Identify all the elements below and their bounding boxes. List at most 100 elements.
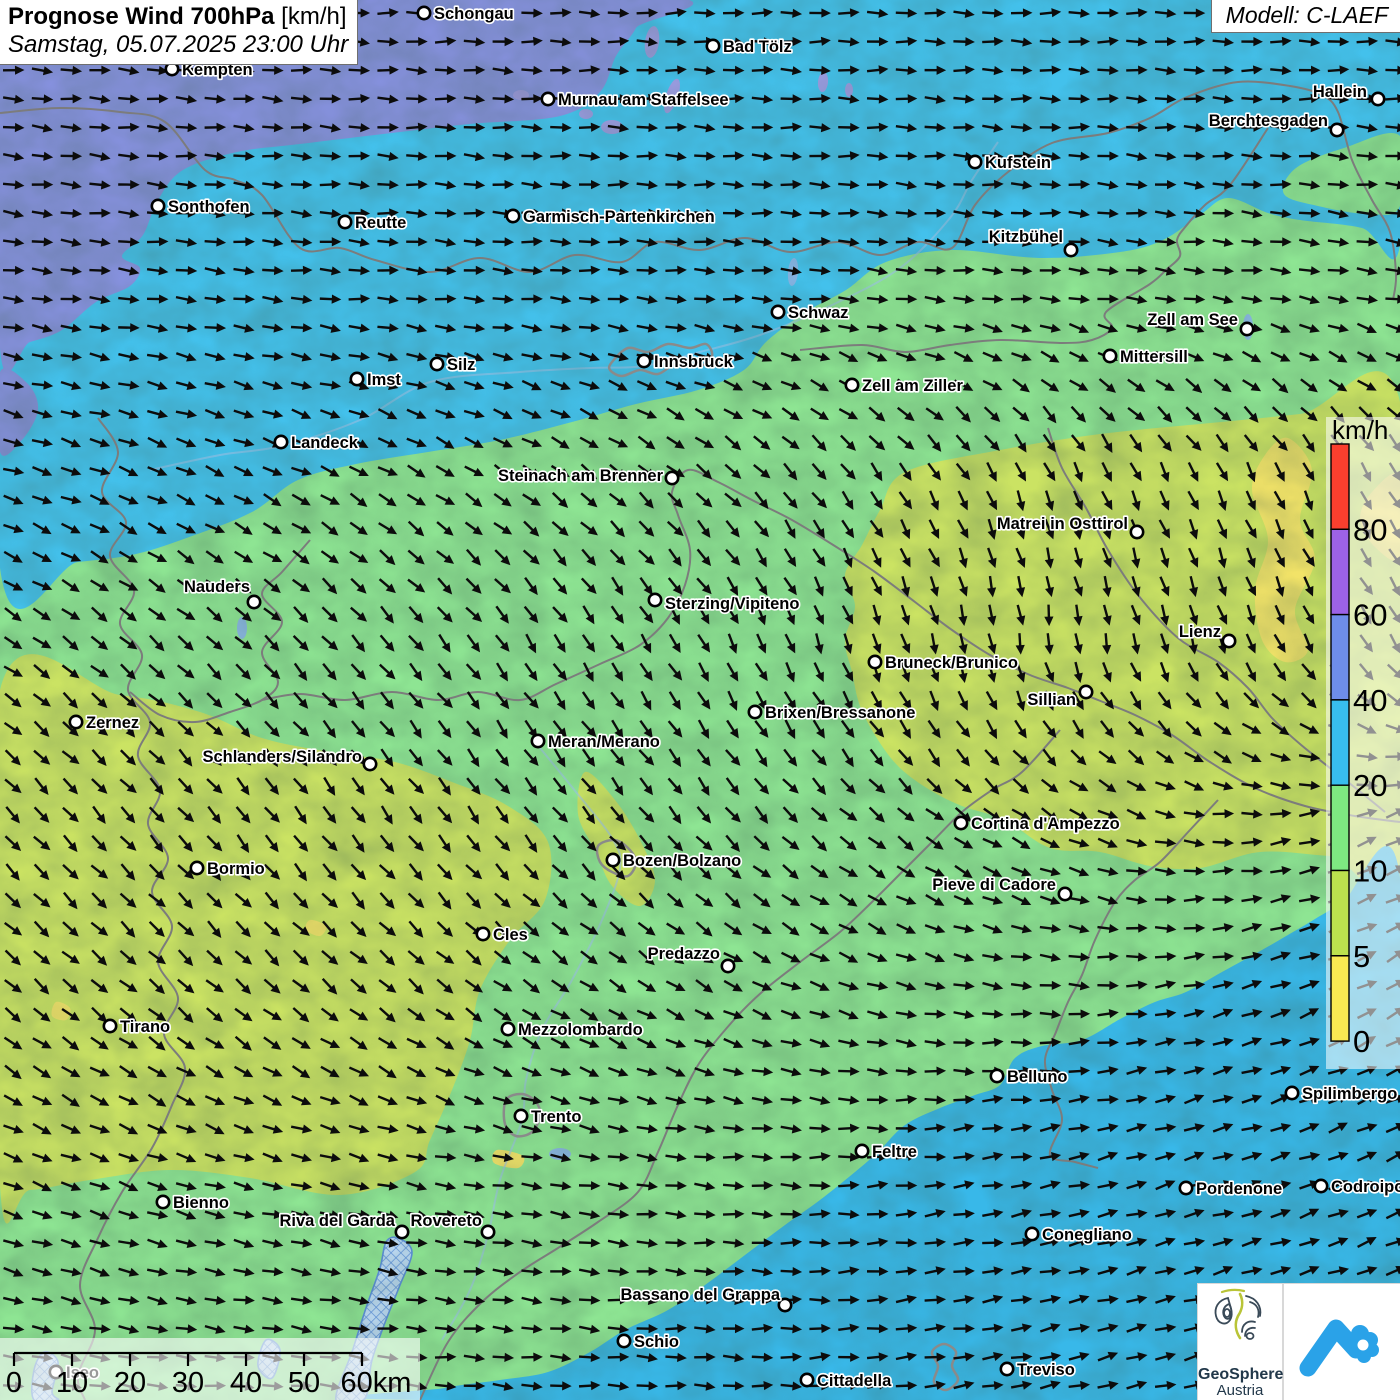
city-label: Schlanders/Silandro bbox=[202, 748, 362, 766]
city-label: Steinach am Brenner bbox=[498, 467, 664, 485]
map-title-main: Prognose Wind 700hPa bbox=[8, 3, 275, 30]
city-label: Feltre bbox=[872, 1143, 917, 1161]
colorbar-segment-10 bbox=[1331, 785, 1349, 870]
colorbar-tick-label: 10 bbox=[1353, 854, 1387, 889]
geosphere-logo-line2: Austria bbox=[1198, 1383, 1282, 1399]
city-bozen-bolzano: Bozen/Bolzano bbox=[607, 852, 741, 870]
city-label: Mezzolombardo bbox=[518, 1021, 643, 1039]
city-marker bbox=[532, 735, 544, 747]
city-label: Garmisch-Partenkirchen bbox=[523, 208, 715, 226]
city-marker bbox=[542, 93, 554, 105]
city-marker bbox=[1286, 1087, 1298, 1099]
city-label: Bruneck/Brunico bbox=[885, 654, 1018, 672]
colorbar-segment-0 bbox=[1331, 956, 1349, 1041]
city-marker bbox=[666, 472, 678, 484]
city-brixen-bressanone: Brixen/Bressanone bbox=[749, 704, 916, 722]
colorbar-segment-20 bbox=[1331, 700, 1349, 785]
city-marker bbox=[1223, 635, 1235, 647]
city-marker bbox=[779, 1299, 791, 1311]
city-murnau-am-staffelsee: Murnau am Staffelsee bbox=[542, 91, 729, 109]
city-marker bbox=[191, 862, 203, 874]
city-label: Spilimbergo bbox=[1302, 1085, 1397, 1103]
city-marker bbox=[846, 379, 858, 391]
city-sterzing-vipiteno: Sterzing/Vipiteno bbox=[649, 594, 800, 613]
map-subtitle: Samstag, 05.07.2025 23:00 Uhr bbox=[8, 31, 348, 59]
colorbar-tick-label: 80 bbox=[1353, 512, 1387, 547]
city-label: Mittersill bbox=[1120, 348, 1188, 366]
city-label: Predazzo bbox=[648, 945, 720, 963]
city-label: Bormio bbox=[207, 860, 265, 878]
city-marker bbox=[339, 216, 351, 228]
city-label: Meran/Merano bbox=[548, 733, 660, 751]
city-garmisch-partenkirchen: Garmisch-Partenkirchen bbox=[507, 208, 715, 226]
city-label: Sonthofen bbox=[168, 198, 250, 216]
city-meran-merano: Meran/Merano bbox=[532, 733, 660, 751]
city-marker bbox=[1059, 888, 1071, 900]
colorbar-tick-label: 5 bbox=[1353, 939, 1370, 974]
title-box: Prognose Wind 700hPa [km/h] Samstag, 05.… bbox=[0, 0, 358, 65]
city-marker bbox=[477, 928, 489, 940]
colorbar-segment-80 bbox=[1331, 444, 1349, 529]
city-marker bbox=[1331, 124, 1343, 136]
scale-bar: 0102030405060km bbox=[0, 1338, 420, 1400]
city-mezzolombardo: Mezzolombardo bbox=[502, 1021, 643, 1039]
city-silz: Silz bbox=[431, 356, 476, 374]
city-label: Zell am Ziller bbox=[862, 377, 963, 395]
city-marker bbox=[1104, 350, 1116, 362]
city-marker bbox=[507, 210, 519, 222]
city-label: Silz bbox=[447, 356, 475, 374]
scale-bar-label: 30 bbox=[172, 1367, 204, 1399]
city-marker bbox=[70, 716, 82, 728]
city-label: Cittadella bbox=[817, 1372, 892, 1390]
city-label: Schwaz bbox=[788, 304, 849, 322]
map-title-unit: [km/h] bbox=[275, 3, 347, 30]
city-label: Pieve di Cadore bbox=[932, 876, 1056, 894]
wind-map: SchongauBad TölzKemptenMurnau am Staffel… bbox=[0, 0, 1400, 1400]
city-label: Lienz bbox=[1179, 623, 1221, 641]
city-label: Sillian bbox=[1027, 691, 1076, 709]
city-label: Kitzbühel bbox=[989, 228, 1063, 246]
city-label: Schio bbox=[634, 1333, 679, 1351]
mountain-cloud-icon bbox=[1284, 1284, 1400, 1400]
colorbar-segment-60 bbox=[1331, 529, 1349, 614]
city-marker bbox=[1026, 1228, 1038, 1240]
city-label: Pordenone bbox=[1196, 1180, 1282, 1198]
scale-bar-ruler: 0102030405060km bbox=[0, 1338, 420, 1400]
city-label: Belluno bbox=[1007, 1068, 1068, 1086]
mountain-cloud-logo bbox=[1283, 1283, 1400, 1400]
city-marker bbox=[1315, 1180, 1327, 1192]
city-label: Riva del Garda bbox=[279, 1212, 395, 1230]
city-label: Cles bbox=[493, 926, 528, 944]
scale-bar-label: 20 bbox=[114, 1367, 146, 1399]
colorbar-legend: km/h806040201050 bbox=[1326, 417, 1400, 1069]
city-marker bbox=[707, 40, 719, 52]
city-label: Trento bbox=[531, 1108, 581, 1126]
city-label: Brixen/Bressanone bbox=[765, 704, 915, 722]
city-cortina-d-ampezzo: Cortina d'Ampezzo bbox=[955, 815, 1120, 833]
city-marker bbox=[618, 1335, 630, 1347]
city-label: Treviso bbox=[1017, 1361, 1075, 1379]
city-marker bbox=[152, 200, 164, 212]
scale-bar-label: 50 bbox=[288, 1367, 320, 1399]
city-label: Conegliano bbox=[1042, 1226, 1132, 1244]
city-marker bbox=[248, 596, 260, 608]
colorbar-tick-label: 60 bbox=[1353, 598, 1387, 633]
city-marker bbox=[396, 1226, 408, 1238]
city-label: Sterzing/Vipiteno bbox=[665, 595, 799, 613]
scale-bar-label: 0 bbox=[6, 1367, 22, 1399]
scale-bar-label: 40 bbox=[230, 1367, 262, 1399]
city-marker bbox=[1372, 93, 1384, 105]
city-marker bbox=[991, 1070, 1003, 1082]
city-marker bbox=[515, 1110, 527, 1122]
city-pordenone: Pordenone bbox=[1180, 1180, 1282, 1198]
city-label: Nauders bbox=[184, 578, 250, 596]
city-cles: Cles bbox=[477, 926, 528, 944]
city-label: Rovereto bbox=[410, 1212, 482, 1230]
city-label: Hallein bbox=[1313, 83, 1367, 101]
city-zell-am-ziller: Zell am Ziller bbox=[846, 377, 964, 395]
colorbar-segment-5 bbox=[1331, 871, 1349, 956]
city-label: Zernez bbox=[86, 714, 139, 732]
city-marker bbox=[1241, 323, 1253, 335]
wind-forecast-map-screenshot: SchongauBad TölzKemptenMurnau am Staffel… bbox=[0, 0, 1400, 1400]
city-marker bbox=[969, 156, 981, 168]
